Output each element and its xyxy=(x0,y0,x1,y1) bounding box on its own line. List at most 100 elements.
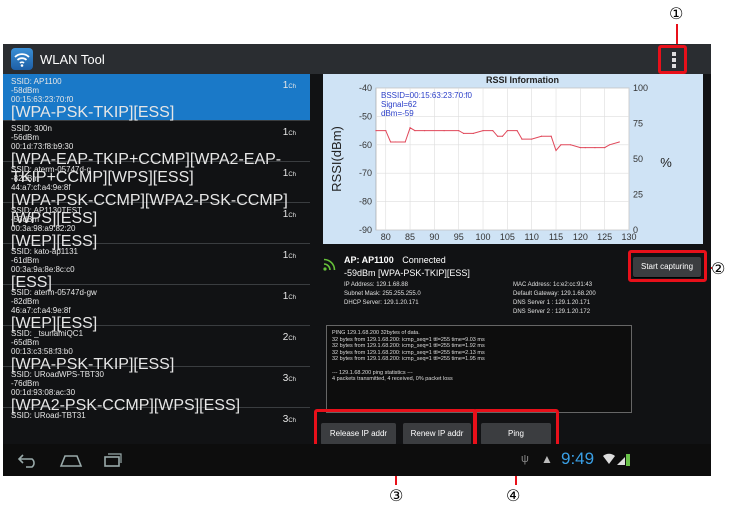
network-channel: 1Ch xyxy=(283,127,296,138)
network-bssid: 46:a7:cf:a4:9e:8f xyxy=(11,306,71,315)
chart-title: RSSI Information xyxy=(486,75,559,85)
network-list-item[interactable]: SSID: 300n -56dBm 00:1d:73:f8:b9:30 [WPA-EA… xyxy=(3,121,310,186)
home-icon[interactable] xyxy=(59,452,83,468)
y2-tick-label: 75 xyxy=(633,119,643,129)
y-axis-label: RSSI(dBm) xyxy=(329,126,344,192)
rssi-data-point xyxy=(540,135,543,137)
rssi-data-point xyxy=(506,130,508,132)
network-list-item[interactable]: SSID: kato-ap1131 -61dBm 00:3a:9a:8e:8c:c0… xyxy=(3,244,310,291)
ping-output-line: 4 packets transmitted, 4 received, 0% pa… xyxy=(332,376,453,383)
rssi-data-point xyxy=(579,147,581,149)
network-channel: 1Ch xyxy=(283,80,296,91)
network-ssid: SSID: aterm-05747d-gw xyxy=(11,288,97,297)
network-bssid: 00:15:63:23:70:f0 xyxy=(11,95,74,104)
ping-output: PING 129.1.68.200 32bytes of data. 32 byt… xyxy=(326,325,632,413)
ap-status: Connected xyxy=(402,255,446,265)
network-channel: 3Ch xyxy=(283,373,296,384)
y2-tick-label: 25 xyxy=(633,190,643,200)
warning-icon: ▲ xyxy=(541,452,553,466)
network-list-item[interactable]: SSID: URoad-TBT31 3Ch xyxy=(3,408,310,444)
subnet-mask: Subnet Mask: 255.255.255.0 xyxy=(344,291,421,297)
network-list-item[interactable]: SSID: AP1130TEST -53dBm 00:3a:98:a9:82:20[… xyxy=(3,203,310,250)
network-channel: 3Ch xyxy=(283,414,296,425)
device-screen: WLAN Tool SSID: AP1100 -58dBm 00:15:63:23:… xyxy=(3,44,711,476)
x-tick-label: 85 xyxy=(405,232,415,242)
x-tick-label: 80 xyxy=(381,232,391,242)
wifi-signal-icon xyxy=(323,258,336,271)
network-bssid: 44:a7:cf:a4:9e:8f xyxy=(11,183,71,192)
action-bar: WLAN Tool xyxy=(3,44,711,74)
network-ssid: SSID: kato-ap1131 xyxy=(11,247,79,256)
ip-info: IP Address: 129.1.68.88 Subnet Mask: 255… xyxy=(344,281,421,308)
ap-name-text: AP: AP1100 xyxy=(344,255,394,265)
rssi-chart-panel: 80 85 90 95 100 105 110 115 120 125 130 -90 -80 -70 -6… xyxy=(323,74,703,244)
y-tick-label: -50 xyxy=(359,111,372,121)
channel-unit: Ch xyxy=(288,213,296,219)
network-list-item[interactable]: SSID: aterm-05747d-gw -82dBm 46:a7:cf:a4:9… xyxy=(3,285,310,332)
y-tick-label: -70 xyxy=(359,168,372,178)
y2-tick-label: 100 xyxy=(633,83,648,93)
rssi-data-point xyxy=(555,149,557,152)
rssi-data-point xyxy=(521,138,523,140)
network-channel: 1Ch xyxy=(283,291,296,302)
network-channel: 2Ch xyxy=(283,332,296,343)
network-list[interactable]: SSID: AP1100 -58dBm 00:15:63:23:70:f0 [WPA-… xyxy=(3,74,310,444)
recent-apps-icon[interactable] xyxy=(103,452,123,468)
x-tick-label: 100 xyxy=(476,232,491,242)
rssi-data-point xyxy=(618,141,620,143)
callout-1-highlight xyxy=(658,45,687,74)
y2-tick-label: 50 xyxy=(633,154,643,164)
network-signal: -53dBm xyxy=(11,215,40,224)
rssi-data-point xyxy=(385,130,387,132)
x-tick-label: 125 xyxy=(597,232,612,242)
channel-unit: Ch xyxy=(288,254,296,260)
rssi-data-point xyxy=(409,127,411,129)
rssi-data-point xyxy=(608,144,611,146)
network-signal: -76dBm xyxy=(11,379,40,388)
wifi-battery-icon xyxy=(603,453,630,466)
network-ssid: SSID: _tsunamiQC1 xyxy=(11,329,84,338)
channel-unit: Ch xyxy=(288,377,296,383)
network-list-item[interactable]: SSID: _tsunamiQC1 -65dBm 00:13:c3:58:f3:b0… xyxy=(3,326,310,373)
app-title: WLAN Tool xyxy=(40,52,105,67)
rssi-overlay-text: dBm=-59 xyxy=(381,109,414,118)
ip-address: IP Address: 129.1.68.88 xyxy=(344,282,408,288)
network-bssid: 00:13:c3:58:f3:b0 xyxy=(11,347,73,356)
network-channel: 1Ch xyxy=(283,168,296,179)
rssi-data-point xyxy=(531,138,533,140)
ping-output-line: --- 129.1.68.200 ping statistics --- xyxy=(332,369,413,376)
x-tick-label: 95 xyxy=(454,232,464,242)
network-signal: -65dBm xyxy=(11,338,40,347)
rssi-data-point xyxy=(550,135,552,137)
mac-address: MAC Address: 1c:e2:cc:91:43 xyxy=(513,282,593,288)
system-nav-bar: ψ ▲ 9:49 xyxy=(3,444,711,476)
rssi-data-point xyxy=(472,132,474,135)
network-bssid: 00:3a:98:a9:82:20 xyxy=(11,224,76,233)
rssi-data-point xyxy=(424,130,426,132)
callout-1-leader xyxy=(676,24,678,44)
rssi-data-point xyxy=(584,147,586,149)
network-list-item[interactable]: SSID: URoadWPS-TBT30 -76dBm 00:1d:93:08:ac… xyxy=(3,367,310,414)
rssi-data-point xyxy=(389,141,392,143)
network-list-item[interactable]: SSID: AP1100 -58dBm 00:15:63:23:70:f0 [WPA-… xyxy=(3,74,310,121)
back-icon[interactable] xyxy=(17,452,39,468)
ping-output-line: 32 bytes from 129.1.68.200: icmp_seq=1 t… xyxy=(332,343,485,350)
x-tick-label: 115 xyxy=(549,232,563,242)
dhcp-server: DHCP Server: 129.1.20.171 xyxy=(344,300,419,306)
ping-output-line xyxy=(332,363,626,370)
network-signal: -56dBm xyxy=(11,133,40,142)
rssi-data-point xyxy=(404,141,406,143)
x-tick-label: 120 xyxy=(573,232,588,242)
network-list-item[interactable]: SSID: aterm-05747d-g -82dBm 44:a7:cf:a4:9e… xyxy=(3,162,310,227)
network-bssid: 00:1d:93:08:ac:30 xyxy=(11,388,76,397)
network-security: [WPA-PSK-TKIP][ESS] xyxy=(11,104,175,121)
rssi-data-point xyxy=(516,130,518,132)
network-signal: -61dBm xyxy=(11,256,40,265)
usb-icon: ψ xyxy=(521,453,529,465)
network-ssid: SSID: AP1100 xyxy=(11,77,62,86)
rssi-data-point xyxy=(414,130,416,132)
rssi-data-point xyxy=(462,132,465,135)
network-ssid: SSID: 300n xyxy=(11,124,52,133)
channel-unit: Ch xyxy=(288,336,296,342)
network-ssid: SSID: aterm-05747d-g xyxy=(11,165,92,174)
